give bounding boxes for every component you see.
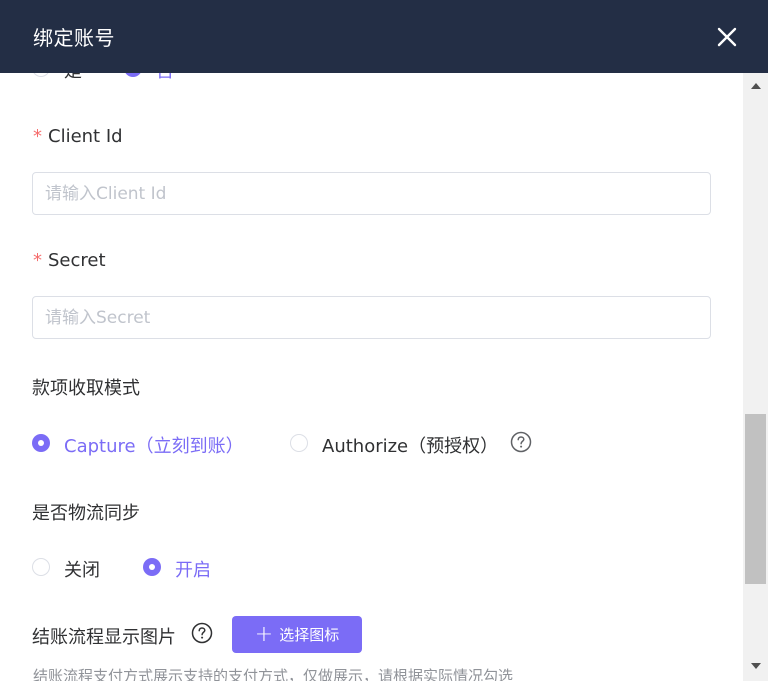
dialog-title: 绑定账号	[33, 26, 115, 50]
dialog-header: 绑定账号	[0, 0, 768, 73]
scroll-down-arrow-icon[interactable]	[751, 663, 761, 669]
required-mark: *	[33, 126, 42, 147]
radio-no-label: 否	[156, 73, 174, 83]
required-mark: *	[33, 250, 42, 271]
radio-authorize-label[interactable]: Authorize（预授权）	[322, 432, 498, 458]
secret-input[interactable]	[32, 296, 711, 339]
radio-off-label[interactable]: 关闭	[64, 556, 100, 582]
checkout-image-hint: 结账流程支付方式展示支持的支付方式，仅做展示，请根据实际情况勾选	[33, 667, 514, 681]
question-circle-icon[interactable]	[510, 431, 532, 453]
radio-on-label[interactable]: 开启	[175, 556, 211, 582]
secret-label-text: Secret	[48, 250, 106, 271]
scrollbar[interactable]	[743, 73, 768, 681]
radio-no[interactable]	[124, 73, 142, 77]
plus-icon: +	[254, 621, 274, 647]
scroll-thumb[interactable]	[745, 414, 766, 584]
scroll-up-arrow-icon[interactable]	[751, 83, 761, 89]
question-circle-icon[interactable]	[191, 622, 213, 644]
collection-mode-label: 款项收取模式	[32, 378, 140, 399]
select-icon-button-label: 选择图标	[279, 626, 340, 644]
client-id-input[interactable]	[32, 172, 711, 215]
dialog-body: 是 否 * Client Id * Secret 款项收取模式 Capture（立刻…	[0, 73, 743, 681]
radio-yes-label: 是	[64, 73, 82, 83]
client-id-label: * Client Id	[33, 126, 123, 147]
radio-off[interactable]	[32, 558, 50, 576]
select-icon-button[interactable]: + 选择图标	[232, 616, 362, 653]
radio-on[interactable]	[143, 558, 161, 576]
close-icon[interactable]	[714, 24, 740, 50]
logistics-sync-label: 是否物流同步	[32, 503, 140, 524]
secret-label: * Secret	[33, 250, 106, 271]
radio-yes[interactable]	[32, 73, 50, 77]
radio-capture-label[interactable]: Capture（立刻到账）	[64, 432, 244, 458]
radio-authorize[interactable]	[290, 434, 308, 452]
radio-capture[interactable]	[32, 434, 50, 452]
checkout-image-label: 结账流程显示图片	[32, 627, 176, 648]
client-id-label-text: Client Id	[48, 126, 123, 147]
